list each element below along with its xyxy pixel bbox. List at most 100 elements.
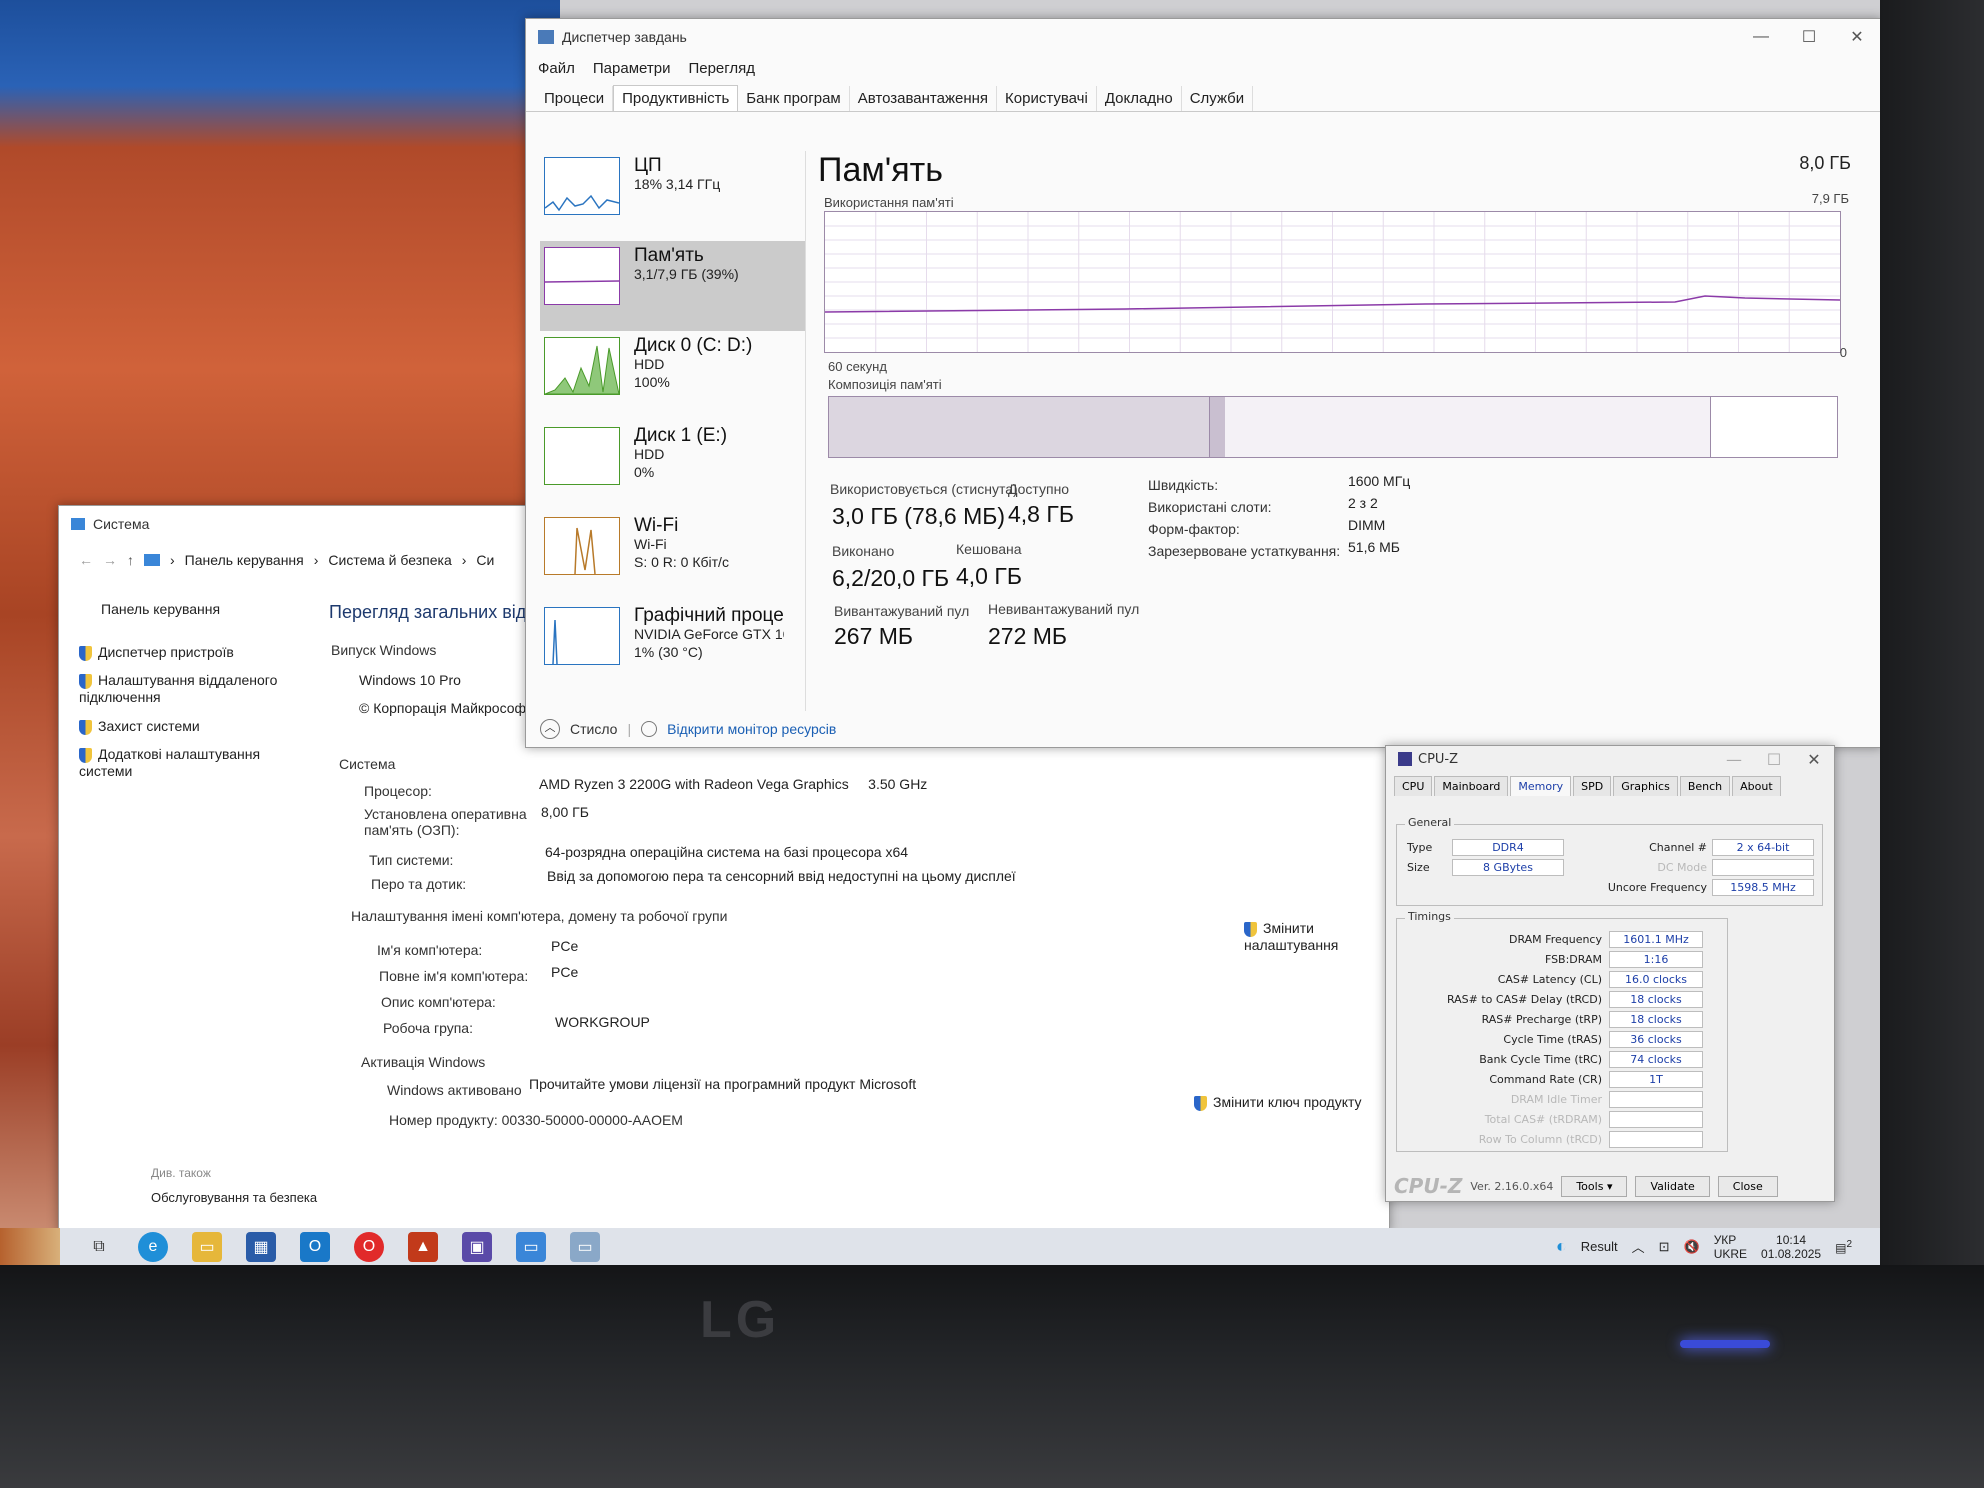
- change-settings-link[interactable]: Змінити налаштування: [1244, 920, 1374, 953]
- cpuz-tab-about[interactable]: About: [1732, 776, 1781, 796]
- available-label: Доступно: [1008, 481, 1070, 497]
- edge-icon[interactable]: e: [138, 1231, 168, 1262]
- processor-value: AMD Ryzen 3 2200G with Radeon Vega Graph…: [539, 776, 928, 792]
- tab-details[interactable]: Докладно: [1097, 86, 1182, 111]
- store-icon[interactable]: ▦: [246, 1231, 276, 1262]
- monitor-bezel-right: [1880, 0, 1984, 1265]
- cpuz-tab-bench[interactable]: Bench: [1679, 776, 1731, 796]
- side-link-device-manager[interactable]: Диспетчер пристроїв: [79, 644, 234, 661]
- up-arrow-icon[interactable]: ↑: [127, 552, 134, 568]
- breadcrumb-system[interactable]: Си: [476, 552, 494, 568]
- tab-app-history[interactable]: Банк програм: [738, 86, 850, 111]
- opera-icon[interactable]: O: [354, 1231, 384, 1262]
- computer-name-heading: Налаштування імені комп'ютера, домену та…: [351, 908, 728, 924]
- resource-wifi[interactable]: Wi-Fi Wi-Fi S: 0 R: 0 Кбіт/с: [540, 511, 805, 601]
- back-arrow-icon[interactable]: ←: [79, 552, 93, 568]
- outlook-icon[interactable]: O: [300, 1231, 330, 1262]
- speed-value: 1600 МГц: [1348, 473, 1411, 489]
- fewer-details-button[interactable]: Стисло: [570, 721, 617, 737]
- side-link-protection[interactable]: Захист системи: [79, 718, 200, 735]
- system-type-value: 64-розрядна операційна система на базі п…: [545, 844, 909, 860]
- memory-panel: Пам'ять 8,0 ГБ Використання пам'яті 7,9 …: [818, 151, 1861, 711]
- fire-app-icon[interactable]: ▲: [408, 1231, 438, 1262]
- menu-view[interactable]: Перегляд: [688, 60, 755, 77]
- cpuz-tab-memory[interactable]: Memory: [1510, 776, 1572, 796]
- cpuz-tab-mainboard[interactable]: Mainboard: [1434, 776, 1509, 796]
- see-also-link[interactable]: Обслуговування та безпека: [151, 1190, 317, 1205]
- breadcrumb-system-security[interactable]: Система й безпека: [328, 552, 451, 568]
- chevron-up-icon[interactable]: ︿: [1632, 1237, 1645, 1256]
- composition-in-use: [829, 397, 1209, 457]
- timing-value: 18 clocks: [1609, 1011, 1703, 1028]
- system-taskbar-icon[interactable]: ▭: [516, 1231, 546, 1262]
- side-link-advanced[interactable]: Додаткові налаштування системи: [79, 746, 269, 779]
- resource-gpu[interactable]: Графічний процес NVIDIA GeForce GTX 165 1%…: [540, 601, 805, 691]
- memory-thumbnail: [544, 247, 620, 305]
- disk0-thumbnail: [544, 337, 620, 395]
- menu-file[interactable]: Файл: [538, 60, 575, 77]
- close-icon[interactable]: ✕: [1794, 747, 1834, 771]
- volume-muted-icon[interactable]: 🔇: [1684, 1239, 1700, 1255]
- close-button[interactable]: Close: [1717, 1175, 1778, 1197]
- time-label: 60 секунд: [828, 359, 887, 374]
- computer-name-label: Ім'я комп'ютера:: [377, 942, 483, 958]
- language-indicator[interactable]: УКР UKRE: [1714, 1233, 1747, 1261]
- maximize-icon[interactable]: ☐: [1754, 747, 1794, 771]
- breadcrumb-control-panel[interactable]: Панель керування: [185, 552, 304, 568]
- tab-users[interactable]: Користувачі: [997, 86, 1097, 111]
- graph-zero: 0: [1839, 345, 1847, 360]
- timing-value: 1:16: [1609, 951, 1703, 968]
- timing-value: 74 clocks: [1609, 1051, 1703, 1068]
- tab-startup[interactable]: Автозавантаження: [850, 86, 998, 111]
- tab-services[interactable]: Служби: [1182, 86, 1254, 111]
- validate-button[interactable]: Validate: [1635, 1175, 1710, 1197]
- tools-button[interactable]: Tools ▾: [1561, 1175, 1628, 1197]
- menu-options[interactable]: Параметри: [593, 60, 671, 77]
- task-manager-taskbar-icon[interactable]: ▭: [570, 1231, 600, 1262]
- resource-cpu[interactable]: ЦП 18% 3,14 ГГц: [540, 151, 805, 241]
- change-key-link[interactable]: Змінити ключ продукту: [1194, 1094, 1362, 1111]
- cpuz-tab-cpu[interactable]: CPU: [1394, 776, 1433, 796]
- tab-processes[interactable]: Процеси: [536, 86, 614, 111]
- resource-disk1[interactable]: Диск 1 (E:) HDD 0%: [540, 421, 805, 511]
- pen-touch-value: Ввід за допомогою пера та сенсорний ввід…: [547, 868, 1016, 884]
- start-button[interactable]: [0, 1228, 60, 1265]
- result-app-icon[interactable]: ◐: [1556, 1236, 1567, 1257]
- side-link-remote[interactable]: Налаштування віддаленого підключення: [79, 672, 279, 705]
- cpuz-version: Ver. 2.16.0.x64: [1470, 1179, 1554, 1193]
- cpuz-taskbar-icon[interactable]: ▣: [462, 1231, 492, 1262]
- license-link[interactable]: Прочитайте умови ліцензії на програмний …: [529, 1076, 916, 1092]
- open-resource-monitor-link[interactable]: Відкрити монітор ресурсів: [667, 721, 836, 737]
- cpuz-tab-spd[interactable]: SPD: [1573, 776, 1612, 796]
- system-type-label: Тип системи:: [369, 852, 454, 868]
- network-icon[interactable]: ⊡: [1659, 1239, 1670, 1255]
- timing-label: Total CAS# (tRDRAM): [1484, 1113, 1602, 1126]
- forward-arrow-icon[interactable]: →: [103, 552, 117, 568]
- resource-memory[interactable]: Пам'ять 3,1/7,9 ГБ (39%): [540, 241, 805, 331]
- available-value: 4,8 ГБ: [1008, 501, 1074, 527]
- minimize-icon[interactable]: —: [1714, 747, 1754, 771]
- minimize-icon[interactable]: —: [1737, 21, 1785, 53]
- task-view-icon[interactable]: ⧉: [84, 1232, 114, 1262]
- memory-total: 8,0 ГБ: [1799, 153, 1851, 173]
- type-label: Type: [1407, 841, 1433, 854]
- maximize-icon[interactable]: ☐: [1785, 21, 1833, 53]
- see-also-label: Див. також: [151, 1166, 211, 1180]
- cpuz-app-icon: [1398, 752, 1412, 766]
- cpuz-tab-graphics[interactable]: Graphics: [1613, 776, 1678, 796]
- tray-result-label[interactable]: Result: [1581, 1239, 1618, 1254]
- resource-disk0[interactable]: Диск 0 (C: D:) HDD 100%: [540, 331, 805, 421]
- timing-label: FSB:DRAM: [1544, 953, 1602, 966]
- file-explorer-icon[interactable]: ▭: [192, 1231, 222, 1262]
- processor-label: Процесор:: [364, 783, 432, 799]
- close-icon[interactable]: ✕: [1833, 21, 1880, 53]
- clock[interactable]: 10:14 01.08.2025: [1761, 1233, 1821, 1261]
- notification-icon[interactable]: ▤2: [1835, 1239, 1852, 1255]
- resource-list: ЦП 18% 3,14 ГГц Пам'ять 3,1/7,9 ГБ (39%) Д…: [540, 151, 806, 711]
- activated-text: Windows активовано: [387, 1082, 522, 1098]
- side-home-link[interactable]: Панель керування: [101, 601, 220, 617]
- ram-label: Установлена оперативна пам'ять (ОЗП):: [364, 806, 527, 838]
- reserved-label: Зарезервоване устаткування:: [1148, 543, 1341, 559]
- tab-performance[interactable]: Продуктивність: [613, 85, 739, 111]
- chevron-up-icon[interactable]: ︿: [540, 719, 560, 739]
